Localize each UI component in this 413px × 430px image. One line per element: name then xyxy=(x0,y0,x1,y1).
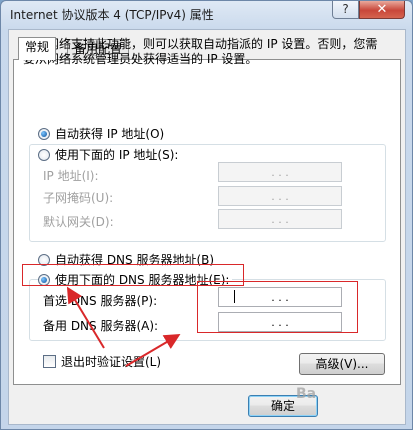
arrow-to-dns-fields xyxy=(125,333,181,367)
annotation-arrows xyxy=(66,286,181,367)
dialog-window: Internet 协议版本 4 (TCP/IPv4) 属性 ? ✕ 常规 备用配… xyxy=(0,0,413,430)
tab-general[interactable]: 常规 xyxy=(18,37,57,60)
arrow-to-dns-radio xyxy=(66,286,105,349)
